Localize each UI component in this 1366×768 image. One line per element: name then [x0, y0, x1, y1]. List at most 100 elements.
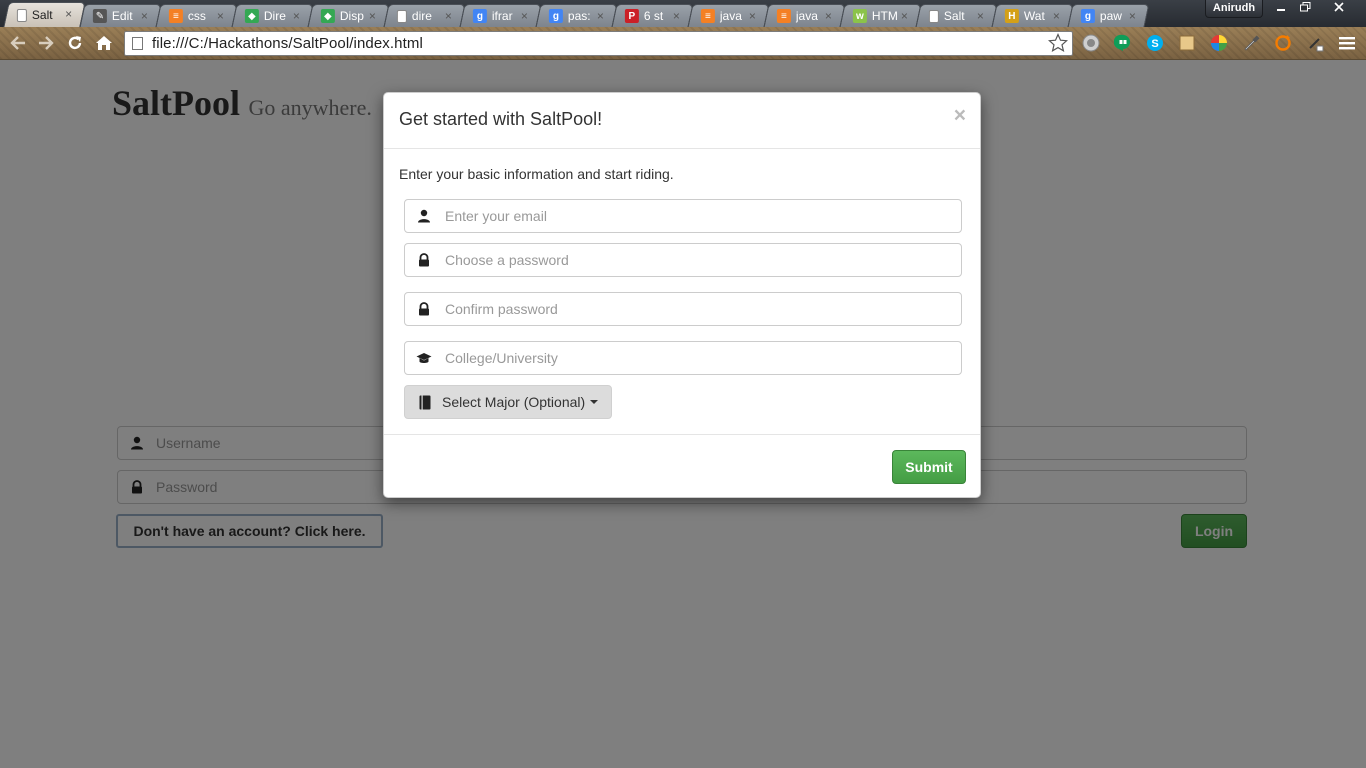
tab-close-icon[interactable]: × [1053, 9, 1060, 23]
tab-title: css [187, 9, 206, 23]
extension-dropper-icon[interactable] [1304, 32, 1326, 54]
page-viewport: SaltPool Go anywhere. Don't have an acco… [0, 60, 1366, 768]
tab-close-icon[interactable]: × [141, 9, 148, 23]
browser-tabstrip: Salt × ✎ Edit × ≡ css × ◆ Dire × ◆ Disp × dire × g ifrar ×… [0, 0, 1366, 27]
page-icon [16, 8, 27, 22]
browser-tab[interactable]: ◆ Disp × [307, 4, 390, 27]
tab-close-icon[interactable]: × [369, 9, 376, 23]
modal-intro-text: Enter your basic information and start r… [399, 166, 674, 182]
modal-header: Get started with SaltPool! × [384, 93, 980, 149]
tab-close-icon[interactable]: × [217, 9, 224, 23]
lock-icon [405, 253, 443, 267]
pinterest-icon: P [624, 9, 639, 23]
browser-tab[interactable]: Salt × [3, 2, 86, 27]
tab-close-icon[interactable]: × [521, 9, 528, 23]
tab-close-icon[interactable]: × [65, 7, 72, 21]
tab-close-icon[interactable]: × [1129, 9, 1136, 23]
email-input[interactable] [445, 208, 961, 224]
tab-title: java [719, 9, 742, 23]
tab-close-icon[interactable]: × [749, 9, 756, 23]
extension-colorpicker-icon[interactable] [1208, 32, 1230, 54]
browser-tab[interactable]: dire × [383, 4, 466, 27]
tab-close-icon[interactable]: × [825, 9, 832, 23]
tab-close-icon[interactable]: × [901, 9, 908, 23]
home-button[interactable] [92, 32, 116, 54]
back-arrow-icon [10, 36, 25, 50]
browser-tab[interactable]: P 6 st × [611, 4, 694, 27]
extension-ghostery-icon[interactable] [1080, 32, 1102, 54]
college-field[interactable] [404, 341, 962, 375]
restore-icon [1299, 2, 1310, 12]
hamburger-menu-icon [1339, 37, 1355, 50]
email-field[interactable] [404, 199, 962, 233]
tab-title: ifrar [491, 9, 513, 23]
lock-icon [405, 302, 443, 316]
tab-list: Salt × ✎ Edit × ≡ css × ◆ Dire × ◆ Disp × dire × g ifrar ×… [3, 2, 1150, 27]
browser-tab[interactable]: ◆ Dire × [231, 4, 314, 27]
confirm-password-input[interactable] [445, 301, 961, 317]
google-maps-icon: ◆ [244, 9, 259, 23]
tab-title: 6 st [643, 9, 664, 23]
extension-notes-icon[interactable] [1176, 32, 1198, 54]
user-icon [405, 209, 443, 223]
back-button[interactable] [6, 32, 30, 54]
tab-title: HTM [871, 9, 898, 23]
google-icon: g [1080, 9, 1095, 23]
tab-title: Disp [339, 9, 364, 23]
address-url: file:///C:/Hackathons/SaltPool/index.htm… [152, 35, 423, 52]
choose-password-field[interactable] [404, 243, 962, 277]
minimize-icon [1277, 9, 1285, 11]
confirm-password-field[interactable] [404, 292, 962, 326]
tab-title: dire [411, 9, 432, 23]
close-window-button[interactable] [1326, 0, 1352, 18]
select-major-dropdown[interactable]: Select Major (Optional) [404, 385, 612, 419]
tab-close-icon[interactable]: × [293, 9, 300, 23]
stackoverflow-icon: ≡ [168, 9, 183, 23]
browser-toolbar: file:///C:/Hackathons/SaltPool/index.htm… [0, 27, 1366, 60]
browser-tab[interactable]: Salt × [915, 4, 998, 27]
chrome-menu-button[interactable] [1336, 32, 1358, 54]
browser-tab[interactable]: w HTM × [839, 4, 922, 27]
browser-tab[interactable]: g ifrar × [459, 4, 542, 27]
google-icon: g [548, 9, 563, 23]
tab-title: java [795, 9, 818, 23]
tab-close-icon[interactable]: × [597, 9, 604, 23]
address-bar[interactable]: file:///C:/Hackathons/SaltPool/index.htm… [124, 31, 1073, 56]
page-icon [396, 9, 407, 23]
extension-eyedropper-icon[interactable] [1240, 32, 1262, 54]
browser-tab[interactable]: g pas: × [535, 4, 618, 27]
extension-sync-icon[interactable] [1272, 32, 1294, 54]
bookmark-star-icon[interactable] [1047, 33, 1069, 58]
choose-password-input[interactable] [445, 252, 961, 268]
submit-button[interactable]: Submit [892, 450, 966, 484]
browser-tab[interactable]: H Wat × [991, 4, 1074, 27]
svg-text:S: S [1151, 38, 1158, 50]
browser-tab[interactable]: ✎ Edit × [79, 4, 162, 27]
tab-title: Wat [1023, 9, 1045, 23]
tab-close-icon[interactable]: × [977, 9, 984, 23]
forward-button[interactable] [34, 32, 58, 54]
reload-button[interactable] [63, 32, 87, 54]
minimize-button[interactable] [1268, 0, 1294, 18]
reload-icon [68, 36, 82, 50]
extension-hangouts-icon[interactable] [1112, 32, 1134, 54]
browser-tab[interactable]: ≡ css × [155, 4, 238, 27]
restore-button[interactable] [1292, 0, 1318, 18]
tab-close-icon[interactable]: × [673, 9, 680, 23]
extension-skype-icon[interactable]: S [1144, 32, 1166, 54]
modal-close-button[interactable]: × [954, 105, 966, 126]
college-input[interactable] [445, 350, 961, 366]
stackoverflow-icon: ≡ [700, 9, 715, 23]
browser-tab[interactable]: ≡ java × [687, 4, 770, 27]
browser-tab[interactable]: ≡ java × [763, 4, 846, 27]
browser-tab[interactable]: g paw × [1067, 4, 1150, 27]
profile-button[interactable]: Anirudh [1205, 0, 1263, 18]
modal-body: Enter your basic information and start r… [384, 149, 980, 434]
select-major-label: Select Major (Optional) [442, 394, 586, 410]
tab-title: Dire [263, 9, 286, 23]
forward-arrow-icon [39, 36, 54, 50]
tab-title: Salt [31, 8, 53, 22]
signup-modal: Get started with SaltPool! × Enter your … [383, 92, 981, 498]
google-maps-icon: ◆ [320, 9, 335, 23]
tab-close-icon[interactable]: × [445, 9, 452, 23]
